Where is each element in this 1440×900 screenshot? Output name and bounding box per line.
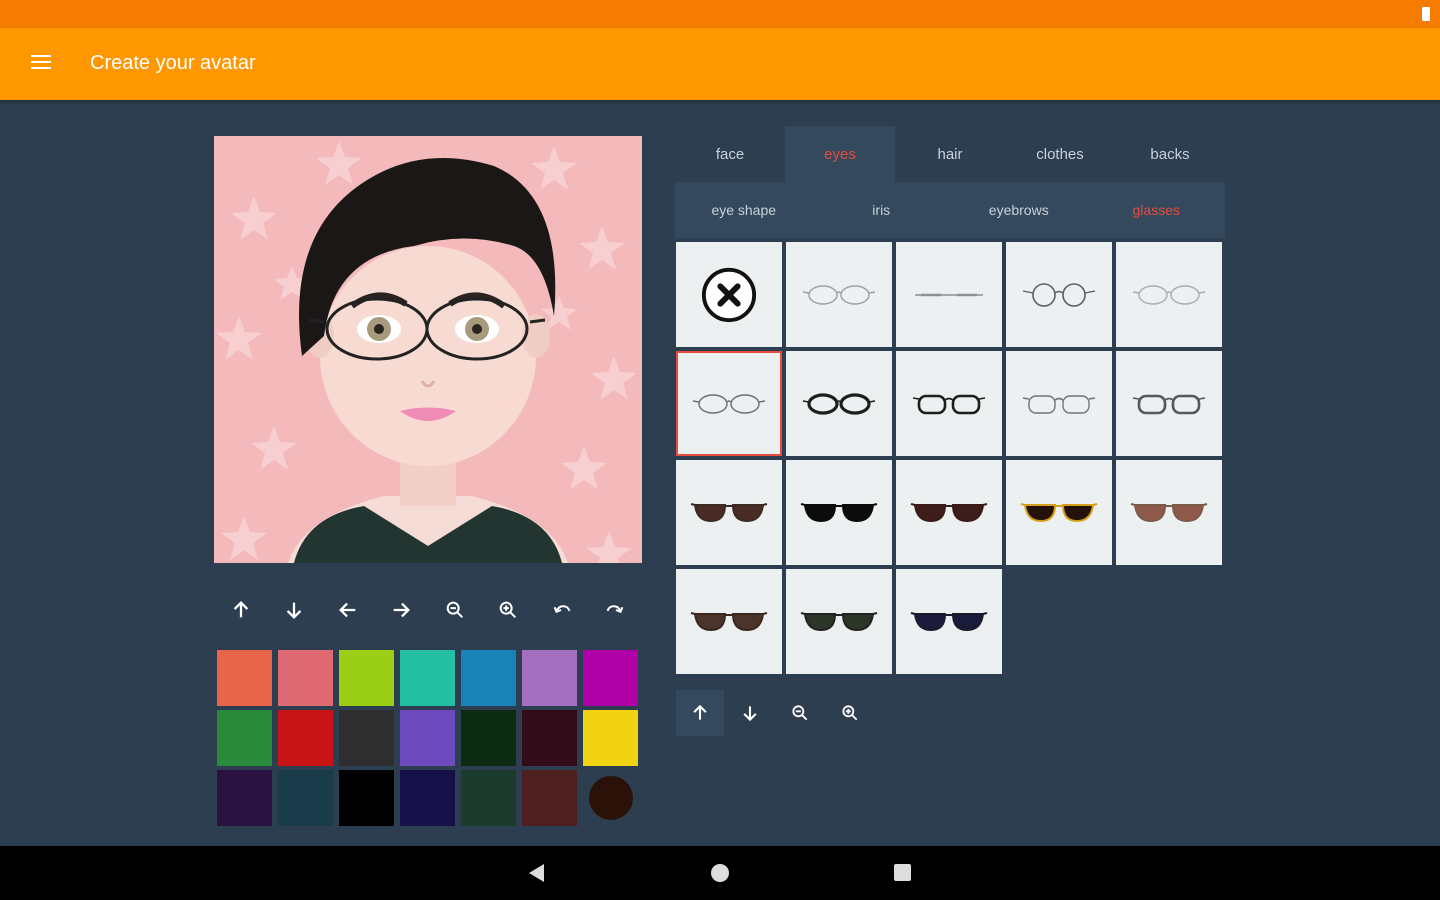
color-swatch[interactable] — [217, 710, 272, 766]
arrow-down-icon[interactable] — [268, 590, 322, 630]
rotate-left-icon[interactable] — [535, 590, 589, 630]
tab-eyes[interactable]: eyes — [785, 126, 895, 182]
glasses-option[interactable] — [786, 351, 892, 456]
glasses-option[interactable] — [676, 351, 782, 456]
home-icon[interactable] — [711, 864, 729, 882]
glasses-icon — [1132, 394, 1206, 414]
arrow-right-icon[interactable] — [375, 590, 429, 630]
sunglasses-icon — [910, 611, 988, 631]
glasses-zoom-out-icon[interactable] — [776, 690, 824, 736]
glasses-arrow-up-icon[interactable] — [676, 690, 724, 736]
tab-clothes[interactable]: clothes — [1005, 126, 1115, 182]
recent-apps-icon[interactable] — [894, 864, 911, 881]
color-swatch[interactable] — [339, 710, 394, 766]
color-swatch[interactable] — [217, 770, 272, 826]
preview-toolbar — [214, 590, 642, 630]
sunglasses-icon — [1020, 502, 1098, 522]
color-palette — [217, 650, 638, 826]
color-swatch[interactable] — [217, 650, 272, 706]
color-swatch[interactable] — [583, 710, 638, 766]
color-swatch[interactable] — [461, 710, 516, 766]
glasses-grid — [676, 242, 1222, 674]
glasses-arrow-down-icon[interactable] — [726, 690, 774, 736]
glasses-option[interactable] — [896, 460, 1002, 565]
arrow-left-icon[interactable] — [321, 590, 375, 630]
color-swatch[interactable] — [583, 650, 638, 706]
zoom-out-icon[interactable] — [428, 590, 482, 630]
glasses-option[interactable] — [896, 351, 1002, 456]
glasses-icon — [915, 293, 983, 296]
glasses-icon — [1022, 282, 1096, 307]
color-swatch[interactable] — [400, 770, 455, 826]
category-tabs: face eyes hair clothes backs — [675, 126, 1225, 182]
glasses-none-option[interactable] — [676, 242, 782, 347]
glasses-option[interactable] — [1116, 242, 1222, 347]
color-swatch[interactable] — [522, 770, 577, 826]
glasses-icon — [1022, 394, 1096, 414]
color-swatch[interactable] — [461, 650, 516, 706]
color-swatch[interactable] — [278, 650, 333, 706]
eyes-subtabs: eye shape iris eyebrows glasses — [675, 182, 1225, 238]
color-swatch[interactable] — [461, 770, 516, 826]
glasses-option[interactable] — [676, 569, 782, 674]
arrow-up-icon[interactable] — [214, 590, 268, 630]
glasses-option[interactable] — [896, 242, 1002, 347]
glasses-option[interactable] — [1006, 351, 1112, 456]
rotate-right-icon[interactable] — [589, 590, 643, 630]
back-icon[interactable] — [529, 864, 544, 882]
glasses-option[interactable] — [1116, 460, 1222, 565]
battery-icon — [1422, 7, 1430, 21]
subtab-eyebrows[interactable]: eyebrows — [950, 182, 1088, 238]
glasses-option[interactable] — [676, 460, 782, 565]
tab-face[interactable]: face — [675, 126, 785, 182]
color-swatch[interactable] — [278, 770, 333, 826]
no-glasses-icon — [701, 267, 757, 322]
sunglasses-icon — [910, 502, 988, 522]
app-title: Create your avatar — [90, 52, 256, 74]
color-swatch[interactable] — [589, 776, 633, 820]
color-swatch[interactable] — [400, 650, 455, 706]
tab-backs[interactable]: backs — [1115, 126, 1225, 182]
sunglasses-icon — [690, 502, 768, 522]
glasses-toolbar — [676, 690, 876, 736]
subtab-iris[interactable]: iris — [813, 182, 951, 238]
sunglasses-icon — [800, 502, 878, 522]
sunglasses-icon — [800, 611, 878, 631]
tab-hair[interactable]: hair — [895, 126, 1005, 182]
avatar-illustration — [216, 141, 637, 563]
sunglasses-icon — [1130, 502, 1208, 522]
app-bar: Create your avatar — [0, 28, 1440, 100]
glasses-option[interactable] — [786, 460, 892, 565]
zoom-in-icon[interactable] — [482, 590, 536, 630]
menu-icon[interactable] — [31, 55, 51, 73]
glasses-option[interactable] — [786, 569, 892, 674]
subtab-eye-shape[interactable]: eye shape — [675, 182, 813, 238]
glasses-icon — [1132, 284, 1206, 305]
glasses-option[interactable] — [896, 569, 1002, 674]
color-swatch[interactable] — [400, 710, 455, 766]
color-swatch[interactable] — [278, 710, 333, 766]
glasses-option[interactable] — [1006, 460, 1112, 565]
glasses-icon — [802, 284, 876, 305]
glasses-option[interactable] — [1006, 242, 1112, 347]
glasses-option[interactable] — [786, 242, 892, 347]
avatar-preview — [214, 136, 642, 563]
status-bar — [0, 0, 1440, 28]
color-swatch[interactable] — [522, 710, 577, 766]
glasses-icon — [802, 392, 876, 415]
glasses-icon — [692, 393, 766, 414]
glasses-option[interactable] — [1116, 351, 1222, 456]
color-swatch[interactable] — [339, 770, 394, 826]
glasses-icon — [912, 394, 986, 414]
glasses-zoom-in-icon[interactable] — [826, 690, 874, 736]
color-swatch[interactable] — [522, 650, 577, 706]
subtab-glasses[interactable]: glasses — [1088, 182, 1226, 238]
sunglasses-icon — [690, 611, 768, 631]
color-swatch[interactable] — [339, 650, 394, 706]
